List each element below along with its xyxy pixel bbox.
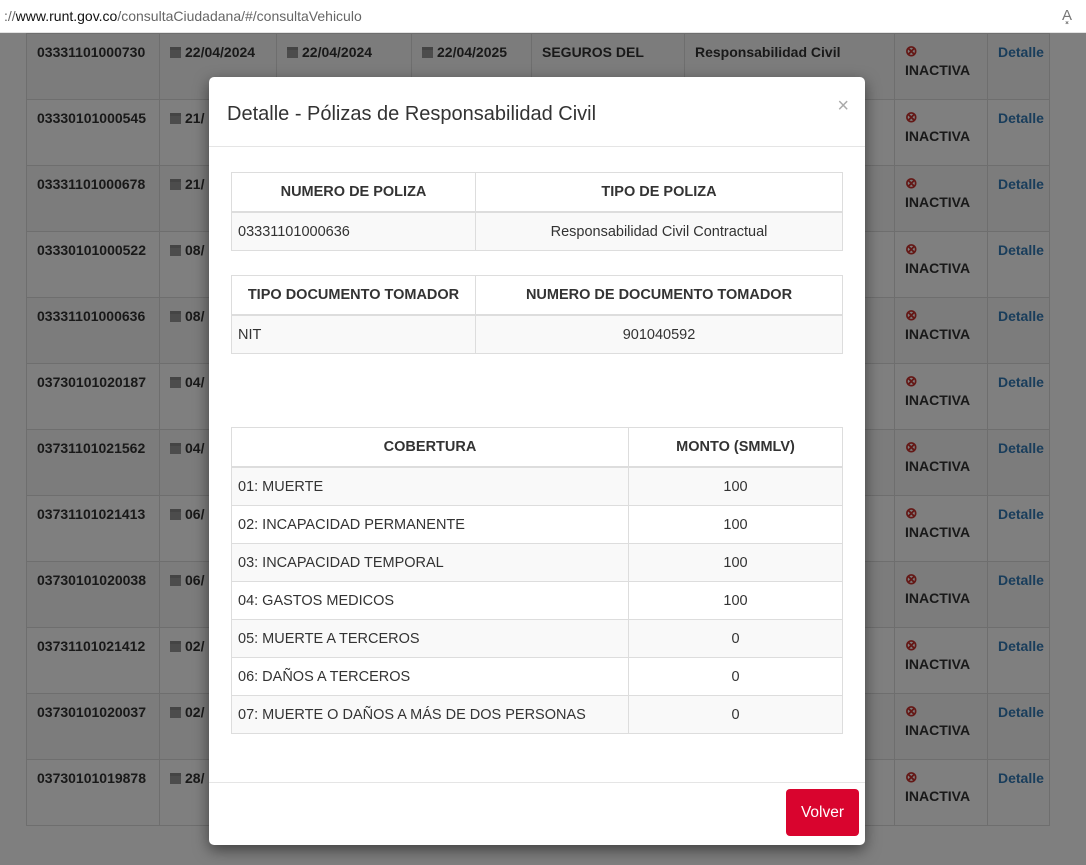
- modal-footer: Volver: [209, 782, 865, 846]
- header-numero-poliza: NUMERO DE POLIZA: [231, 172, 476, 213]
- tipo-documento-value: NIT: [231, 314, 476, 354]
- header-numero-documento: NUMERO DE DOCUMENTO TOMADOR: [475, 275, 843, 316]
- numero-documento-value: 901040592: [475, 314, 843, 354]
- cobertura-value: 02: INCAPACIDAD PERMANENTE: [231, 505, 629, 544]
- coverage-row: 03: INCAPACIDAD TEMPORAL 100: [231, 543, 843, 582]
- monto-value: 0: [628, 657, 843, 696]
- cobertura-value: 04: GASTOS MEDICOS: [231, 581, 629, 620]
- cobertura-value: 01: MUERTE: [231, 466, 629, 506]
- policy-table: NUMERO DE POLIZA TIPO DE POLIZA 03331101…: [231, 172, 843, 251]
- header-tipo-documento: TIPO DOCUMENTO TOMADOR: [231, 275, 476, 316]
- policy-detail-modal: Detalle - Pólizas de Responsabilidad Civ…: [209, 77, 865, 845]
- header-cobertura: COBERTURA: [231, 427, 629, 468]
- header-monto: MONTO (SMMLV): [628, 427, 843, 468]
- monto-value: 0: [628, 695, 843, 734]
- modal-header: Detalle - Pólizas de Responsabilidad Civ…: [209, 77, 865, 147]
- coverage-row: 07: MUERTE O DAÑOS A MÁS DE DOS PERSONAS…: [231, 695, 843, 734]
- url-host: www.runt.gov.co: [15, 8, 118, 24]
- cobertura-value: 06: DAÑOS A TERCEROS: [231, 657, 629, 696]
- header-tipo-poliza: TIPO DE POLIZA: [475, 172, 843, 213]
- monto-value: 100: [628, 505, 843, 544]
- coverage-row: 04: GASTOS MEDICOS 100: [231, 581, 843, 620]
- tipo-poliza-value: Responsabilidad Civil Contractual: [475, 211, 843, 251]
- monto-value: 100: [628, 543, 843, 582]
- modal-title: Detalle - Pólizas de Responsabilidad Civ…: [227, 103, 597, 125]
- url-prefix: ://: [4, 8, 16, 24]
- close-icon[interactable]: ×: [837, 95, 849, 118]
- cobertura-value: 07: MUERTE O DAÑOS A MÁS DE DOS PERSONAS: [231, 695, 629, 734]
- coverage-row: 02: INCAPACIDAD PERMANENTE 100: [231, 505, 843, 544]
- monto-value: 100: [628, 581, 843, 620]
- numero-poliza-value: 03331101000636: [231, 211, 476, 251]
- cobertura-value: 05: MUERTE A TERCEROS: [231, 619, 629, 658]
- read-aloud-icon[interactable]: A͓: [1062, 7, 1072, 24]
- volver-button[interactable]: Volver: [786, 789, 859, 836]
- monto-value: 0: [628, 619, 843, 658]
- holder-table: TIPO DOCUMENTO TOMADOR NUMERO DE DOCUMEN…: [231, 275, 843, 354]
- monto-value: 100: [628, 466, 843, 506]
- coverage-table: COBERTURA MONTO (SMMLV) 01: MUERTE 100 02:…: [231, 427, 843, 734]
- browser-address-bar[interactable]: ://www.runt.gov.co/consultaCiudadana/#/c…: [0, 0, 1086, 33]
- coverage-row: 01: MUERTE 100: [231, 466, 843, 506]
- url-text[interactable]: ://www.runt.gov.co/consultaCiudadana/#/c…: [4, 8, 362, 24]
- cobertura-value: 03: INCAPACIDAD TEMPORAL: [231, 543, 629, 582]
- url-path: /consultaCiudadana/#/consultaVehiculo: [117, 8, 362, 24]
- coverage-row: 05: MUERTE A TERCEROS 0: [231, 619, 843, 658]
- coverage-row: 06: DAÑOS A TERCEROS 0: [231, 657, 843, 696]
